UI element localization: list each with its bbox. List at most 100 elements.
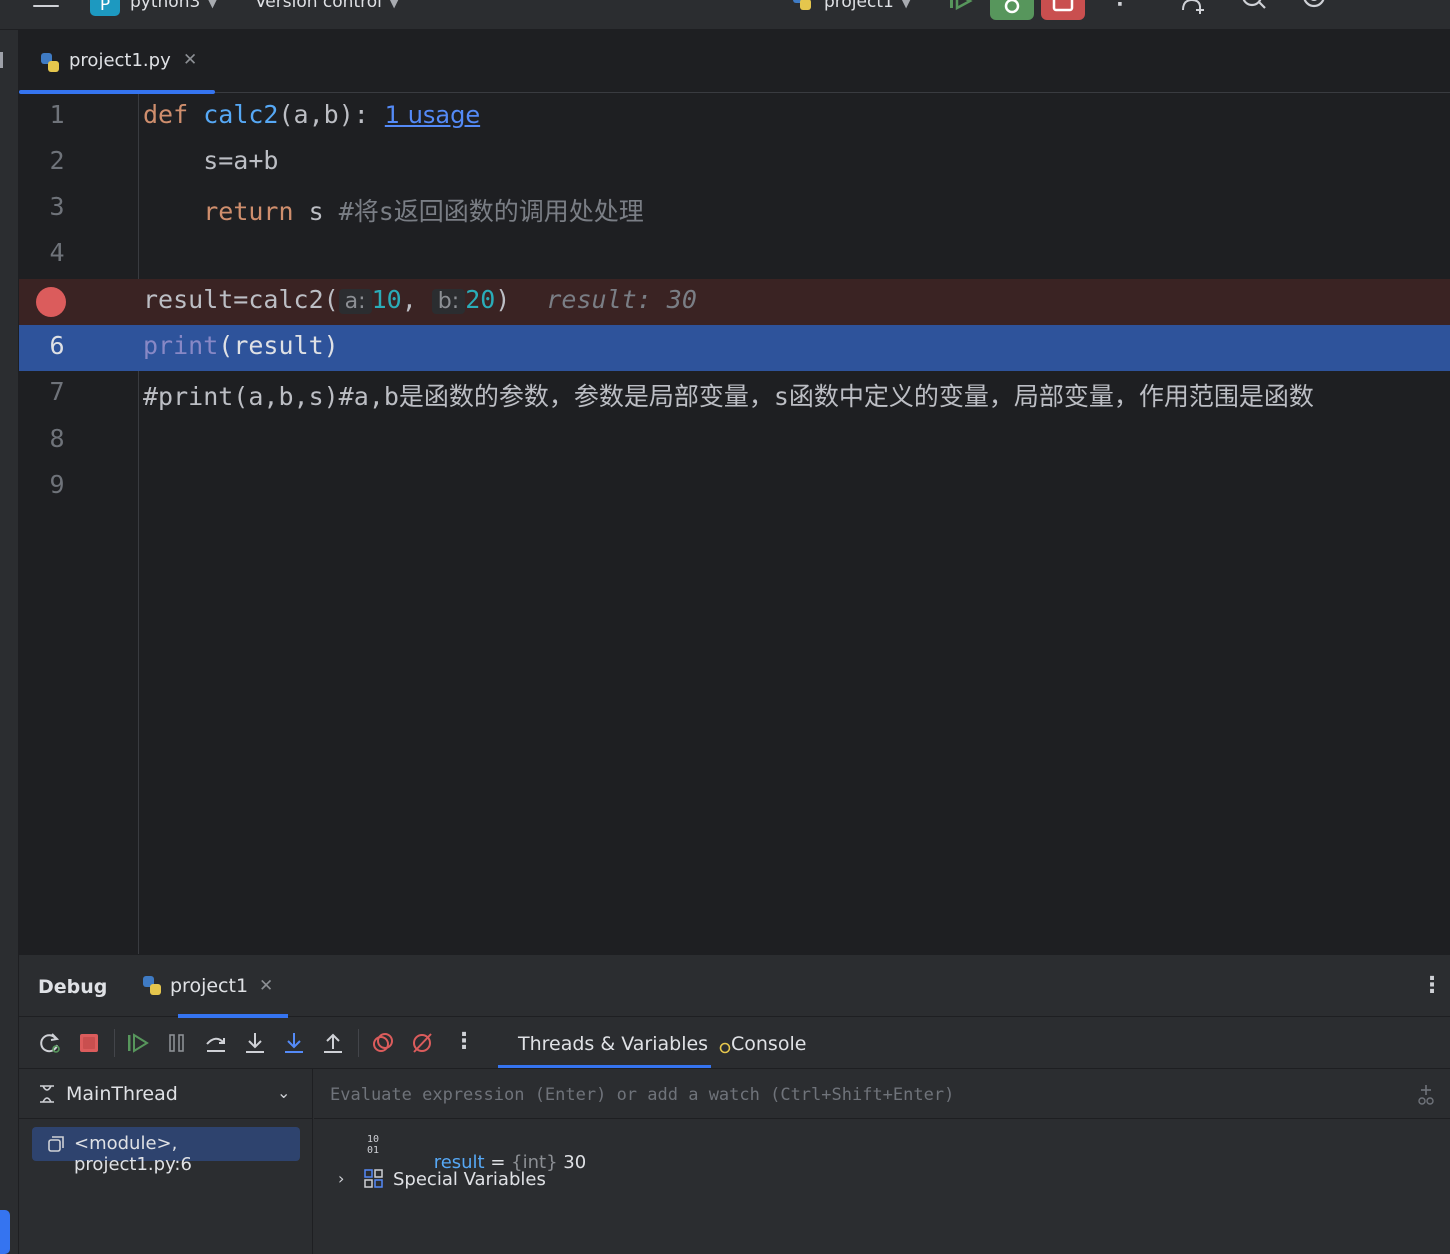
tab-project1-py[interactable]: project1.py ✕	[19, 30, 215, 94]
code-text: (result)	[218, 331, 339, 360]
code-line-1[interactable]: 1 def calc2(a,b): 1 usage	[19, 94, 1450, 140]
svg-text:10: 10	[367, 1134, 379, 1145]
chevron-down-icon: ⌄	[277, 1083, 291, 1102]
debug-tool-window: Debug project1 ✕ ⋮ ⋮ Threads & Variables…	[19, 954, 1450, 1254]
chevron-right-icon[interactable]: ›	[338, 1169, 344, 1188]
close-paren: )	[495, 285, 511, 314]
comment: #将s返回函数的调用处处理	[338, 197, 644, 226]
step-into-my-code-icon[interactable]	[282, 1031, 306, 1055]
python-icon	[793, 0, 811, 10]
param-hint-b: b:	[431, 289, 466, 314]
resume-program-icon[interactable]	[126, 1031, 150, 1055]
step-into-icon[interactable]	[243, 1031, 267, 1055]
code-text: s=a+b	[143, 146, 279, 175]
vcs-label: Version control	[255, 0, 382, 12]
chevron-down-icon: ▼	[208, 0, 217, 10]
inline-debug-value: result: 30	[546, 285, 697, 314]
line-number: 7	[49, 377, 65, 406]
settings-gear-icon[interactable]	[1300, 0, 1328, 14]
close-icon[interactable]: ✕	[183, 50, 197, 70]
rerun-icon[interactable]	[38, 1031, 62, 1055]
thread-selector[interactable]: MainThread ⌄	[19, 1069, 313, 1119]
frame-icon	[48, 1136, 64, 1152]
line-number: 6	[49, 331, 65, 360]
code-line-9[interactable]: 9	[19, 464, 1450, 510]
special-variables-icon	[364, 1169, 383, 1188]
code-line-6-execution-point[interactable]: 6 print(result)	[19, 325, 1450, 371]
more-options-icon[interactable]: ⋮	[1110, 0, 1130, 10]
return-var: s	[293, 197, 339, 226]
code-line-3[interactable]: 3 return s #将s返回函数的调用处处理	[19, 186, 1450, 232]
run-config-name: project1	[824, 0, 894, 12]
code-line-8[interactable]: 8	[19, 418, 1450, 464]
tab-debug-session[interactable]: project1 ✕	[141, 955, 289, 1018]
thread-name: MainThread	[66, 1083, 178, 1105]
evaluate-expression-input[interactable]	[330, 1081, 1390, 1109]
stop-icon	[1052, 0, 1074, 12]
mute-breakpoints-icon[interactable]	[410, 1031, 434, 1055]
project-name: python3	[130, 0, 201, 12]
special-variables-label: Special Variables	[393, 1169, 546, 1190]
stop-icon[interactable]	[77, 1031, 101, 1055]
usage-link[interactable]: 1 usage	[385, 101, 480, 129]
line-number: 8	[49, 424, 65, 453]
code-text: result=calc2(	[143, 285, 339, 314]
code-line-5-breakpoint[interactable]: result=calc2(a: 10, b: 20) result: 30	[19, 279, 1450, 325]
breakpoint-icon[interactable]	[36, 287, 66, 317]
vcs-selector[interactable]: Version control ▼	[255, 0, 398, 12]
active-subtab-underline	[498, 1065, 711, 1068]
pause-program-icon[interactable]	[165, 1031, 189, 1055]
debug-header: Debug project1 ✕ ⋮	[19, 955, 1450, 1018]
view-breakpoints-icon[interactable]	[371, 1031, 395, 1055]
line-number: 4	[49, 238, 65, 267]
stack-frame-selected[interactable]: <module>, project1.py:6	[32, 1127, 300, 1175]
tab-threads-variables[interactable]: Threads & Variables	[518, 1033, 708, 1055]
python-icon	[143, 976, 161, 995]
more-options-icon[interactable]: ⋮	[453, 1029, 475, 1054]
add-user-icon[interactable]	[1180, 0, 1210, 14]
variable-row-result[interactable]: 10 01 result = {int} 30	[314, 1129, 1450, 1173]
run-config-selector[interactable]: project1 ▼	[790, 0, 910, 12]
chevron-down-icon: ▼	[901, 0, 911, 10]
python-file-icon	[41, 53, 59, 72]
step-over-icon[interactable]	[204, 1031, 228, 1055]
debug-button[interactable]	[990, 0, 1034, 20]
threads-pane: MainThread ⌄ <module>, project1.py:6	[19, 1069, 313, 1254]
number-type-icon: 10 01	[367, 1134, 379, 1155]
toolbar-separator	[358, 1029, 359, 1057]
step-out-icon[interactable]	[321, 1031, 345, 1055]
left-tool-strip	[0, 30, 19, 1254]
more-options-icon[interactable]: ⋮	[1421, 973, 1443, 998]
comment: #print(a,b,s)#a,b是函数的参数，参数是局部变量，s函数中定义的变…	[143, 382, 1314, 411]
project-badge[interactable]: P	[90, 0, 120, 16]
builtin-print: print	[143, 331, 219, 360]
main-toolbar: P python3 ▼ Version control ▼ project1 ▼ ⋮	[0, 0, 1450, 30]
code-editor[interactable]: 1 def calc2(a,b): 1 usage 2 s=a+b 3 retur…	[19, 94, 1450, 954]
svg-text:01: 01	[367, 1145, 379, 1155]
tab-console[interactable]: Console	[719, 1033, 806, 1055]
stop-button[interactable]	[1041, 0, 1085, 20]
project-tool-marker[interactable]	[0, 52, 3, 68]
evaluate-expression-bar	[314, 1069, 1450, 1119]
function-name: calc2	[203, 100, 279, 129]
resume-run-icon[interactable]	[948, 0, 978, 14]
main-menu-icon[interactable]	[33, 0, 59, 14]
tab-label: project1.py	[69, 50, 171, 71]
function-params: (a,b):	[278, 100, 369, 129]
active-tool-indicator[interactable]	[0, 1210, 10, 1254]
console-warning-icon	[719, 1042, 731, 1054]
frame-label: <module>, project1.py:6	[74, 1133, 192, 1175]
project-selector[interactable]: python3 ▼	[130, 0, 217, 12]
chevron-down-icon: ▼	[389, 0, 399, 10]
code-line-2[interactable]: 2 s=a+b	[19, 140, 1450, 186]
search-icon[interactable]	[1240, 0, 1268, 14]
bug-icon	[1004, 0, 1020, 14]
close-icon[interactable]: ✕	[259, 976, 273, 996]
add-watch-icon[interactable]	[1414, 1083, 1438, 1107]
thread-icon	[40, 1085, 54, 1103]
keyword-def: def	[143, 100, 189, 129]
code-line-7[interactable]: 7 #print(a,b,s)#a,b是函数的参数，参数是局部变量，s函数中定义…	[19, 371, 1450, 417]
code-line-4[interactable]: 4	[19, 232, 1450, 278]
special-variables-row[interactable]: › Special Variables	[314, 1165, 1450, 1197]
